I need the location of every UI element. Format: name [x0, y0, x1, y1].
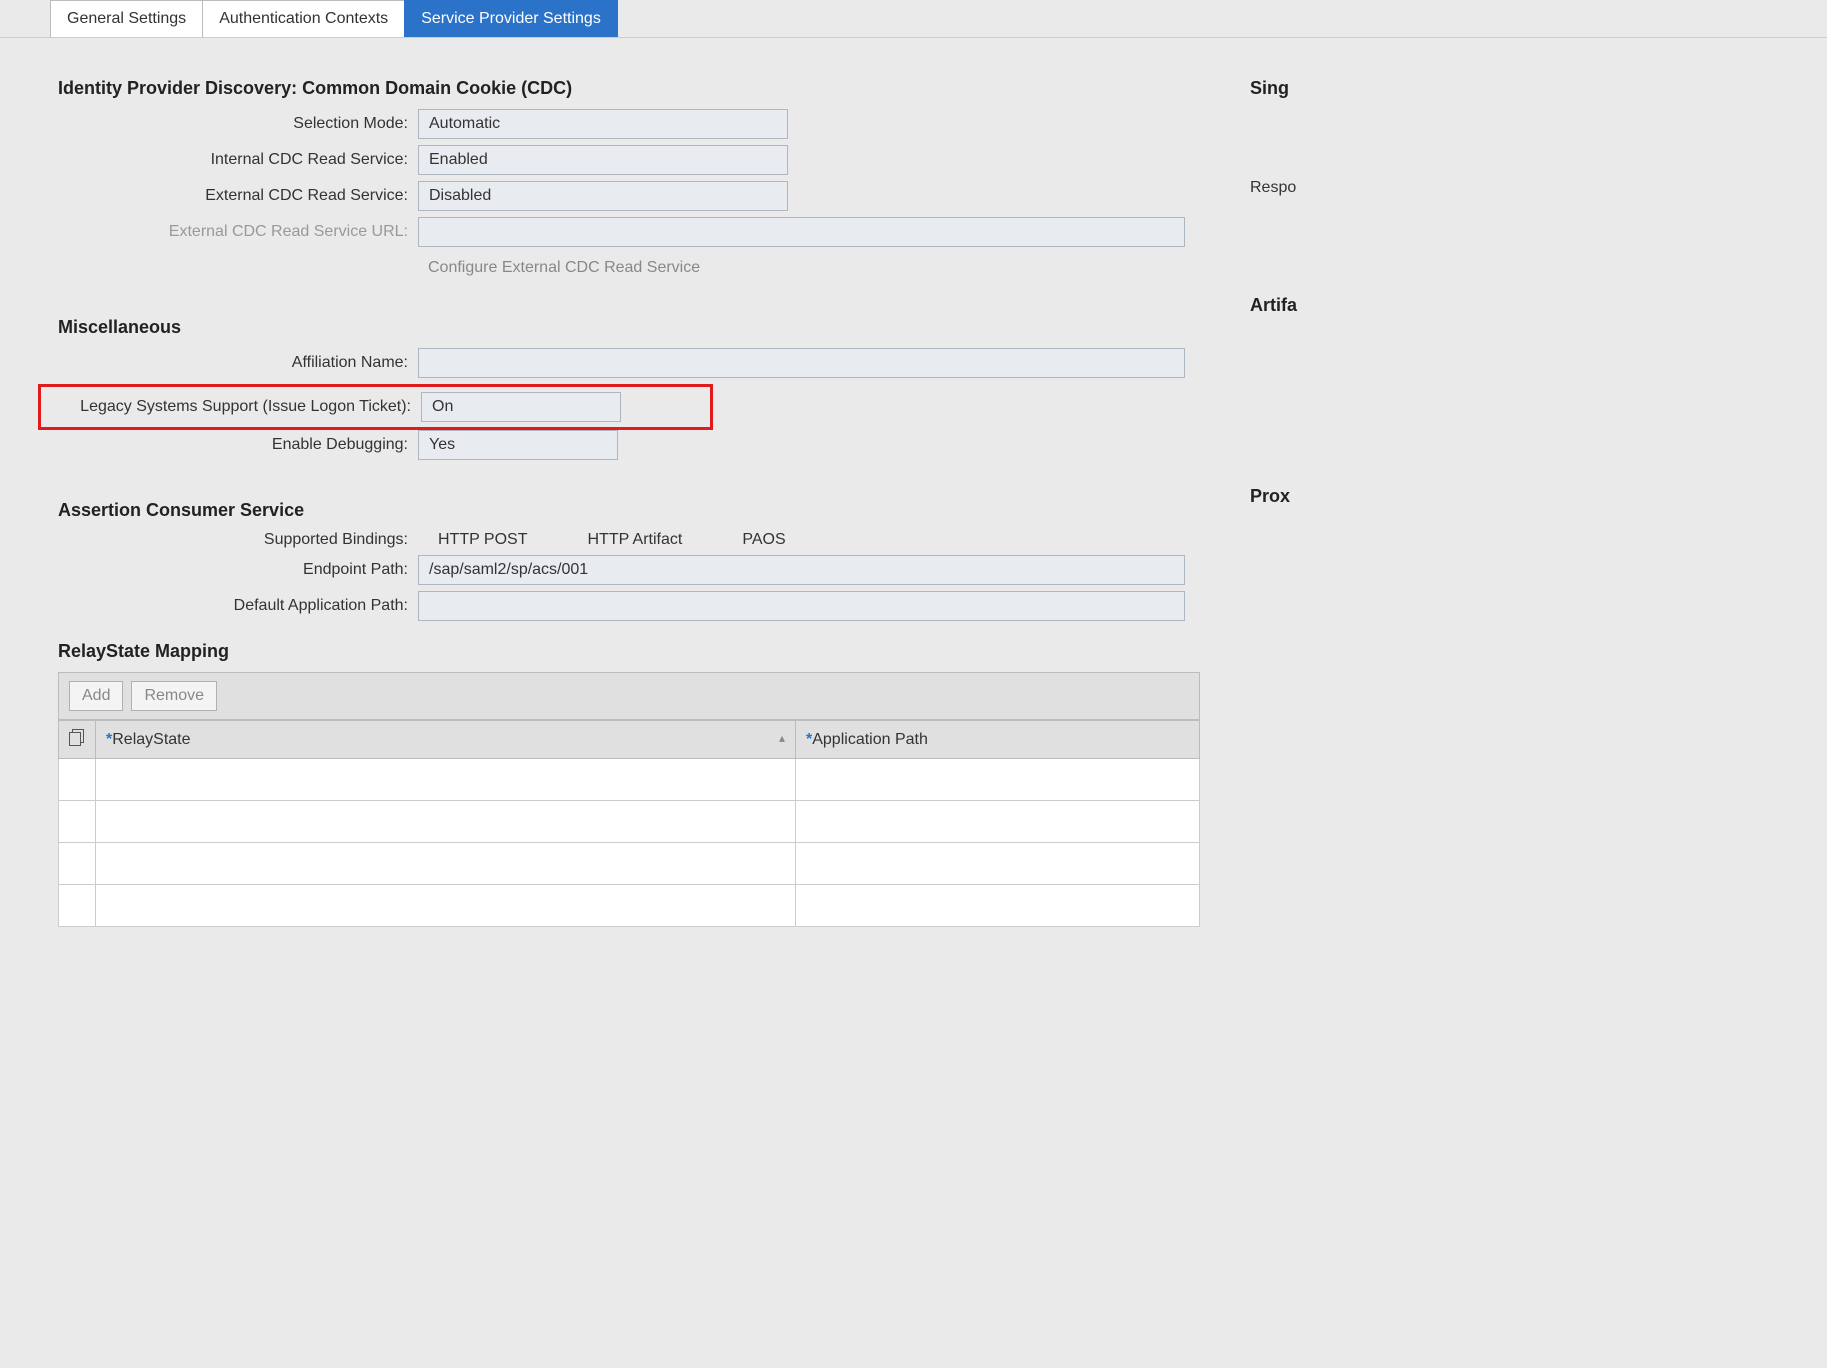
endpoint-label: Endpoint Path:	[58, 561, 418, 579]
binding-paos: PAOS	[742, 531, 785, 549]
legacy-label: Legacy Systems Support (Issue Logon Tick…	[61, 398, 421, 416]
apppath-col-label: Application Path	[812, 731, 928, 748]
bindings-label: Supported Bindings:	[58, 531, 418, 549]
binding-http-post: HTTP POST	[438, 531, 528, 549]
section-miscellaneous: Miscellaneous Affiliation Name: Legacy S…	[58, 317, 1200, 460]
selection-mode-value[interactable]: Automatic	[418, 109, 788, 139]
tab-authentication-contexts[interactable]: Authentication Contexts	[202, 0, 405, 37]
tab-general-settings[interactable]: General Settings	[50, 0, 203, 37]
default-app-input[interactable]	[418, 591, 1185, 621]
affiliation-input[interactable]	[418, 348, 1185, 378]
relaystate-col-label: RelayState	[112, 731, 190, 748]
external-cdc-url-input[interactable]	[418, 217, 1185, 247]
selection-mode-label: Selection Mode:	[58, 115, 418, 133]
table-row[interactable]	[59, 801, 1200, 843]
table-row[interactable]	[59, 885, 1200, 927]
table-row[interactable]	[59, 759, 1200, 801]
copy-icon	[69, 729, 85, 745]
acs-heading: Assertion Consumer Service	[58, 500, 1200, 521]
apppath-column-header[interactable]: *Application Path	[796, 721, 1200, 759]
external-cdc-label: External CDC Read Service:	[58, 187, 418, 205]
affiliation-label: Affiliation Name:	[58, 354, 418, 372]
relaystate-column-header[interactable]: *RelayState ▴	[96, 721, 796, 759]
external-cdc-url-label: External CDC Read Service URL:	[58, 223, 418, 241]
section-idp-discovery: Identity Provider Discovery: Common Doma…	[58, 78, 1200, 277]
section-acs: Assertion Consumer Service Supported Bin…	[58, 500, 1200, 621]
side-prox: Prox	[1250, 486, 1297, 507]
add-button[interactable]: Add	[69, 681, 123, 711]
legacy-highlight-box: Legacy Systems Support (Issue Logon Tick…	[38, 384, 713, 430]
section-relaystate: RelayState Mapping Add Remove *RelayStat…	[58, 641, 1200, 927]
legacy-value[interactable]: On	[421, 392, 621, 422]
relay-toolbar: Add Remove	[58, 672, 1200, 720]
side-sing: Sing	[1250, 78, 1297, 99]
relay-heading: RelayState Mapping	[58, 641, 1200, 662]
external-cdc-helper: Configure External CDC Read Service	[428, 253, 1200, 277]
relay-table: *RelayState ▴ *Application Path	[58, 720, 1200, 927]
side-artifa: Artifa	[1250, 295, 1297, 316]
idp-discovery-heading: Identity Provider Discovery: Common Doma…	[58, 78, 1200, 99]
endpoint-input[interactable]: /sap/saml2/sp/acs/001	[418, 555, 1185, 585]
tab-service-provider-settings[interactable]: Service Provider Settings	[404, 0, 618, 37]
remove-button[interactable]: Remove	[131, 681, 217, 711]
binding-http-artifact: HTTP Artifact	[588, 531, 683, 549]
external-cdc-value[interactable]: Disabled	[418, 181, 788, 211]
select-all-header[interactable]	[59, 721, 96, 759]
misc-heading: Miscellaneous	[58, 317, 1200, 338]
table-row[interactable]	[59, 843, 1200, 885]
debug-label: Enable Debugging:	[58, 436, 418, 454]
internal-cdc-label: Internal CDC Read Service:	[58, 151, 418, 169]
internal-cdc-value[interactable]: Enabled	[418, 145, 788, 175]
sort-icon: ▴	[779, 731, 785, 745]
default-app-label: Default Application Path:	[58, 597, 418, 615]
side-respo: Respo	[1250, 179, 1297, 197]
debug-value[interactable]: Yes	[418, 430, 618, 460]
tabs-bar: General Settings Authentication Contexts…	[0, 0, 1827, 38]
